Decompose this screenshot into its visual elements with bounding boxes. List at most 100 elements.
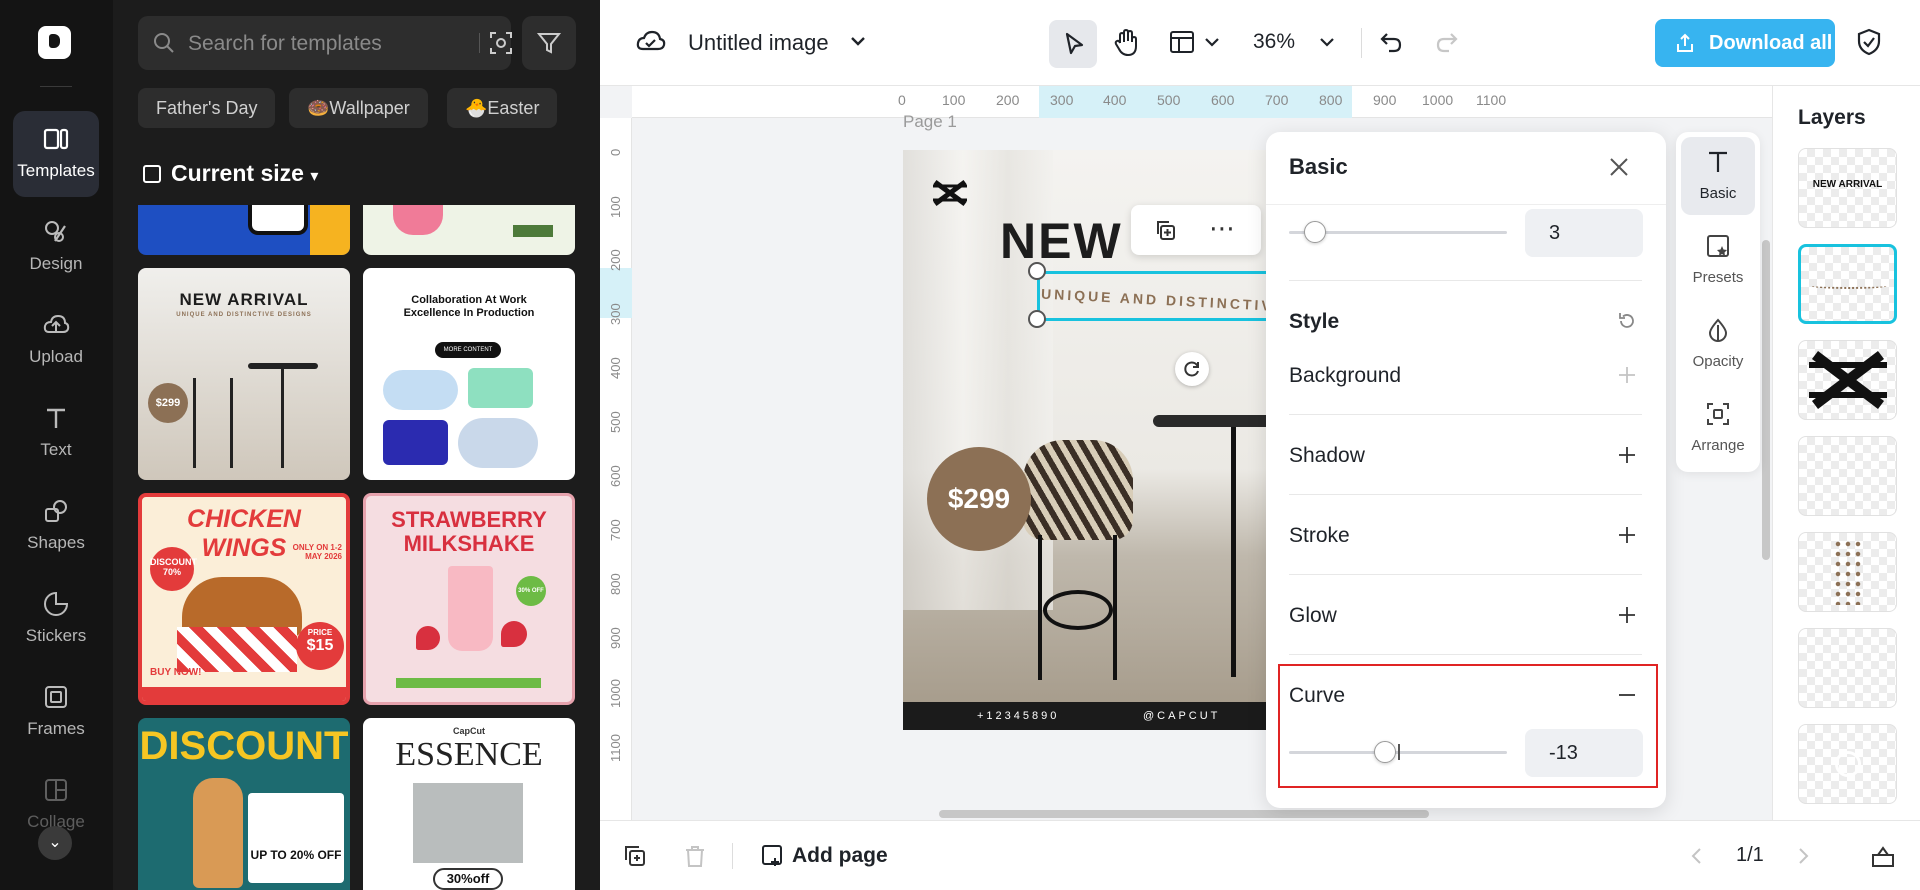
top-slider-knob[interactable] [1304, 221, 1326, 243]
duplicate-page-icon[interactable] [622, 843, 648, 869]
image-search-icon[interactable] [488, 30, 514, 56]
duplicate-icon[interactable] [1153, 218, 1177, 242]
template-card-partial-green[interactable] [363, 205, 575, 255]
layer-thumb-dots[interactable] [1798, 532, 1897, 612]
layers-panel: Layers NEW ARRIVAL [1772, 86, 1920, 820]
template-card-collaboration[interactable]: Collaboration At Work Excellence In Prod… [363, 268, 575, 480]
current-size-dropdown[interactable]: Current size ▾ [143, 160, 318, 187]
template-card-discount[interactable]: DISCOUNT UP TO 20% OFF [138, 718, 350, 890]
layer-thumb-curved-text[interactable] [1798, 244, 1897, 324]
top-value-input[interactable]: 3 [1525, 209, 1643, 257]
add-page-button[interactable]: Add page [760, 843, 888, 868]
curve-row-label[interactable]: Curve [1289, 684, 1345, 708]
undo-icon[interactable] [1377, 28, 1405, 56]
rail-item-upload[interactable]: Upload [13, 297, 99, 383]
chip-wallpaper[interactable]: 🍩Wallpaper [289, 88, 428, 128]
opacity-drop-icon [1708, 318, 1728, 342]
toolbar-divider [1361, 28, 1362, 58]
prev-page-icon[interactable] [1686, 845, 1708, 867]
chip-easter[interactable]: 🐣Easter [447, 88, 558, 128]
hand-tool-icon[interactable] [1110, 26, 1144, 60]
upload-cloud-icon [43, 314, 70, 333]
collapse-curve-icon[interactable] [1616, 684, 1638, 706]
tab-presets[interactable]: Presets [1681, 221, 1755, 299]
rail-item-shapes[interactable]: Shapes [13, 483, 99, 569]
rotate-icon [1184, 361, 1199, 377]
price-badge[interactable]: $299 [927, 447, 1031, 551]
rail-collapse-button[interactable]: ⌄ [38, 826, 72, 860]
resize-handle-bottom-left[interactable] [1028, 310, 1046, 328]
capcut-brand-icon [933, 179, 967, 207]
rail-item-design[interactable]: Design [13, 204, 99, 290]
vertical-ruler: 0 100 200 300 400 500 600 700 800 900 10… [600, 118, 632, 820]
template-search-input[interactable]: Search for templates [138, 16, 514, 70]
add-stroke-icon[interactable] [1616, 524, 1638, 546]
basic-panel-title: Basic [1289, 154, 1348, 179]
tab-arrange[interactable]: Arrange [1681, 389, 1755, 467]
layer-thumb-logo[interactable] [1798, 340, 1897, 420]
template-card-new-arrival[interactable]: NEW ARRIVAL UNIQUE AND DISTINCTIVE DESIG… [138, 268, 350, 480]
resize-handle-top-left[interactable] [1028, 262, 1046, 280]
document-title[interactable]: Untitled image [688, 30, 829, 56]
zoom-chevron-down-icon[interactable] [1315, 30, 1339, 54]
rotate-handle[interactable] [1175, 352, 1209, 386]
template-card-strawberry-milkshake[interactable]: STRAWBERRY MILKSHAKE 30% OFF [363, 493, 575, 705]
template-card-partial-blue[interactable] [138, 205, 350, 255]
title-chevron-down-icon[interactable] [845, 28, 871, 54]
add-background-icon[interactable] [1616, 364, 1638, 386]
arrange-icon [1707, 403, 1729, 425]
headline-text[interactable]: NEW [1000, 212, 1123, 270]
shield-check-icon[interactable] [1854, 27, 1884, 57]
close-icon[interactable] [1606, 154, 1632, 180]
vertical-scrollbar[interactable] [1762, 240, 1770, 560]
tab-opacity[interactable]: Opacity [1681, 305, 1755, 383]
template-card-essence[interactable]: CapCut ESSENCE 30%off [363, 718, 575, 890]
redo-icon[interactable] [1433, 28, 1461, 56]
download-all-button[interactable]: Download all [1655, 19, 1835, 67]
filter-button[interactable] [522, 16, 576, 70]
search-icon [154, 33, 174, 53]
select-tool-button[interactable] [1049, 20, 1097, 68]
layer-thumb-circle[interactable] [1798, 724, 1897, 804]
layer-thumb-empty[interactable] [1798, 436, 1897, 516]
top-bar: Untitled image 36% Download all [600, 0, 1920, 86]
curve-value-input[interactable]: -13 [1525, 729, 1643, 777]
glow-row-label[interactable]: Glow [1289, 604, 1337, 628]
rail-item-frames[interactable]: Frames [13, 669, 99, 755]
add-glow-icon[interactable] [1616, 604, 1638, 626]
tab-basic[interactable]: Basic [1681, 137, 1755, 215]
style-section-label: Style [1289, 310, 1340, 333]
more-options-icon[interactable]: ⋯ [1209, 213, 1236, 244]
next-page-icon[interactable] [1792, 845, 1814, 867]
cloud-icon[interactable] [634, 24, 668, 58]
rail-item-text[interactable]: Text [13, 390, 99, 476]
shadow-row-label[interactable]: Shadow [1289, 444, 1365, 468]
horizontal-scrollbar[interactable] [939, 810, 1429, 818]
template-card-chicken-wings[interactable]: CHICKEN WINGS DISCOUNT 70% ONLY ON 1-2 M… [138, 493, 350, 705]
presets-icon [1707, 235, 1729, 257]
layer-thumb-blank[interactable] [1798, 628, 1897, 708]
stroke-row-label[interactable]: Stroke [1289, 524, 1350, 548]
layer-thumb-headline[interactable]: NEW ARRIVAL [1798, 148, 1897, 228]
reset-style-icon[interactable] [1616, 310, 1638, 332]
layout-icon[interactable] [1168, 28, 1196, 56]
export-icon [1677, 33, 1693, 52]
chevron-down-icon: ▾ [310, 168, 319, 185]
layout-chevron-down-icon[interactable] [1200, 30, 1224, 54]
rail-item-stickers[interactable]: Stickers [13, 576, 99, 662]
background-row-label[interactable]: Background [1289, 364, 1401, 388]
rail-divider [40, 86, 72, 87]
curve-slider-center-mark [1398, 744, 1400, 760]
search-placeholder: Search for templates [188, 32, 382, 55]
collapse-panel-icon[interactable] [1870, 843, 1896, 869]
zoom-level[interactable]: 36% [1253, 30, 1295, 54]
ruler-selection-highlight [1039, 86, 1352, 118]
rail-item-templates[interactable]: Templates [13, 111, 99, 197]
trash-icon[interactable] [682, 843, 708, 869]
chip-fathers-day[interactable]: Father's Day [138, 88, 276, 128]
design-icon [45, 221, 66, 242]
add-shadow-icon[interactable] [1616, 444, 1638, 466]
capcut-logo-icon[interactable] [38, 26, 71, 59]
curve-slider-knob[interactable] [1374, 741, 1396, 763]
text-selection-box[interactable] [1037, 271, 1297, 321]
